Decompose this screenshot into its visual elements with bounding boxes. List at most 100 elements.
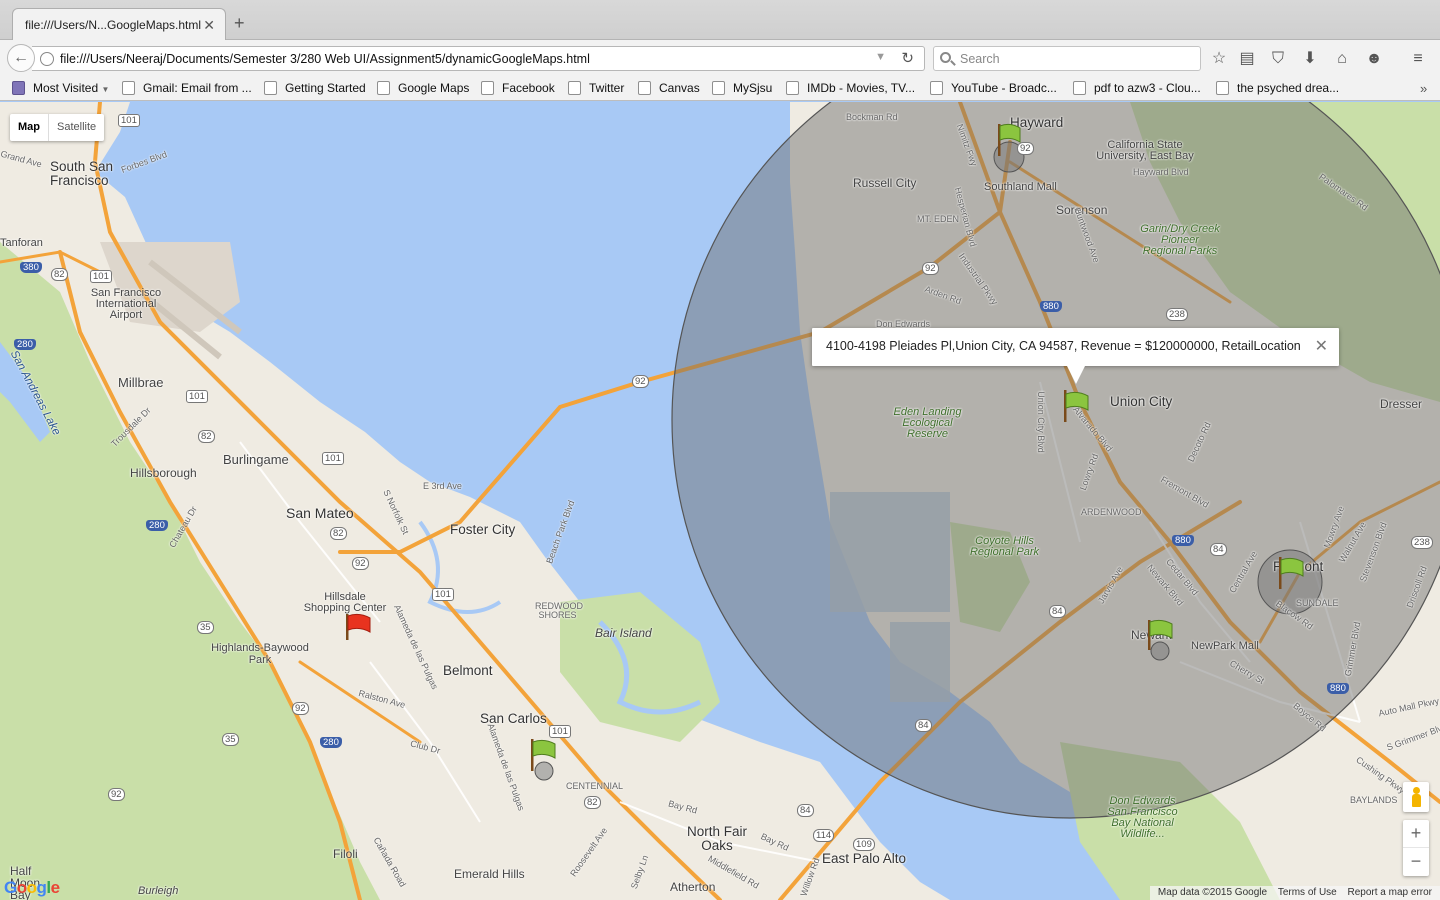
label-sfo: San Francisco International Airport <box>90 287 162 321</box>
shield-35: 35 <box>222 733 239 746</box>
label-burleigh: Burleigh <box>138 885 179 897</box>
bookmarks-bar: Most Visited ▼ Gmail: Email from ... Get… <box>0 76 1440 101</box>
shield-880: 880 <box>1172 535 1194 546</box>
tab-title: file:///Users/N...GoogleMaps.html <box>25 18 202 32</box>
shield-101: 101 <box>322 452 344 465</box>
zoom-out-button[interactable]: − <box>1403 848 1429 876</box>
label-southland-mall: Southland Mall <box>984 181 1057 193</box>
page-icon <box>568 81 581 95</box>
map-type-control: Map Satellite <box>10 114 105 141</box>
search-placeholder: Search <box>960 52 1000 66</box>
zoom-control: + − <box>1403 820 1429 876</box>
label-burlingame: Burlingame <box>223 452 289 467</box>
report-error-link[interactable]: Report a map error <box>1348 887 1432 898</box>
shield-114: 114 <box>813 829 835 842</box>
page-icon <box>930 81 943 95</box>
label-newpark-mall: NewPark Mall <box>1191 640 1259 652</box>
label-north-fair-oaks: North Fair Oaks <box>686 824 747 853</box>
bookmark-pdf-to-azw3[interactable]: pdf to azw3 - Clou... <box>1073 81 1201 95</box>
chat-icon[interactable]: ☻ <box>1364 49 1384 69</box>
shield-84: 84 <box>915 719 932 732</box>
label-emerald-hills: Emerald Hills <box>454 867 525 881</box>
shield-101: 101 <box>186 390 208 403</box>
shield-92: 92 <box>632 375 649 388</box>
bookmark-imdb[interactable]: IMDb - Movies, TV... <box>786 81 915 95</box>
map-type-satellite-button[interactable]: Satellite <box>49 114 104 141</box>
label-ardenwood: ARDENWOOD <box>1081 507 1142 517</box>
shield-238: 238 <box>1166 308 1188 321</box>
label-mt-eden: MT. EDEN <box>917 214 960 224</box>
map-data-credit: Map data ©2015 Google <box>1157 887 1268 898</box>
bookmark-star-icon[interactable]: ☆ <box>1209 49 1229 69</box>
reload-icon[interactable]: ↻ <box>901 49 914 67</box>
label-hillsborough: Hillsborough <box>130 466 197 480</box>
map-type-map-button[interactable]: Map <box>10 114 49 141</box>
label-atherton: Atherton <box>670 880 716 894</box>
label-south-sf: South San Francisco <box>50 159 114 188</box>
menu-icon[interactable]: ≡ <box>1408 49 1428 69</box>
page-icon <box>481 81 494 95</box>
map-canvas[interactable] <box>0 102 1440 900</box>
close-icon[interactable]: ✕ <box>1315 336 1328 356</box>
tab-bar: file:///Users/N...GoogleMaps.html ✕ + <box>0 0 1440 41</box>
label-centennial: CENTENNIAL <box>566 781 624 791</box>
home-icon[interactable]: ⌂ <box>1332 49 1352 69</box>
tab-close-icon[interactable]: ✕ <box>203 17 215 34</box>
label-san-mateo: San Mateo <box>286 505 354 521</box>
new-tab-button[interactable]: + <box>234 14 245 32</box>
label-union-city: Union City <box>1110 394 1173 409</box>
bookmark-most-visited[interactable]: Most Visited ▼ <box>12 81 109 95</box>
globe-icon <box>40 52 54 66</box>
page-icon <box>1073 81 1086 95</box>
bookmark-facebook[interactable]: Facebook <box>481 81 555 95</box>
folder-icon <box>12 81 25 95</box>
label-filoli: Filoli <box>333 847 358 861</box>
reading-list-icon[interactable]: ▤ <box>1237 49 1257 69</box>
bookmark-mysjsu[interactable]: MySjsu <box>712 81 772 95</box>
label-newark: Newark <box>1131 628 1172 642</box>
chevron-down-icon: ▼ <box>101 85 110 94</box>
google-map[interactable]: 101 380 280 280 280 101 101 101 101 101 … <box>0 102 1440 900</box>
pocket-icon[interactable]: ⛉ <box>1268 49 1288 69</box>
terms-of-use-link[interactable]: Terms of Use <box>1278 887 1337 898</box>
shield-101: 101 <box>432 588 454 601</box>
info-window: 4100-4198 Pleiades Pl,Union City, CA 945… <box>812 328 1339 366</box>
shield-92: 92 <box>1017 142 1034 155</box>
label-coyote-hills: Coyote Hills Regional Park <box>969 535 1040 558</box>
page-icon <box>122 81 135 95</box>
shield-92: 92 <box>922 262 939 275</box>
page-icon <box>712 81 725 95</box>
shield-92: 92 <box>292 702 309 715</box>
label-union-city-blvd: Union City Blvd <box>1035 391 1046 453</box>
shield-92: 92 <box>352 557 369 570</box>
tab-active[interactable]: file:///Users/N...GoogleMaps.html ✕ <box>12 8 226 41</box>
info-window-text: 4100-4198 Pleiades Pl,Union City, CA 945… <box>826 339 1301 353</box>
shield-109: 109 <box>853 838 875 851</box>
street-view-pegman[interactable] <box>1403 782 1429 812</box>
bookmark-getting-started[interactable]: Getting Started <box>264 81 366 95</box>
downloads-icon[interactable]: ⬇ <box>1300 49 1320 69</box>
label-east-palo-alto: East Palo Alto <box>822 851 907 866</box>
label-belmont: Belmont <box>443 663 493 678</box>
shield-101: 101 <box>549 725 571 738</box>
info-window-tail <box>1067 366 1085 384</box>
label-hayward-blvd: Hayward Blvd <box>1133 167 1189 177</box>
url-text[interactable]: file:///Users/Neeraj/Documents/Semester … <box>60 52 590 66</box>
bookmark-psyched-dream[interactable]: the psyched drea... <box>1216 81 1339 95</box>
bookmarks-overflow-icon[interactable]: » <box>1420 81 1427 96</box>
url-bar[interactable]: file:///Users/Neeraj/Documents/Semester … <box>32 46 925 71</box>
bookmark-canvas[interactable]: Canvas <box>638 81 700 95</box>
bookmark-youtube[interactable]: YouTube - Broadc... <box>930 81 1057 95</box>
bookmark-twitter[interactable]: Twitter <box>568 81 624 95</box>
shield-280: 280 <box>146 520 168 531</box>
search-input[interactable]: Search <box>933 46 1201 71</box>
google-logo[interactable]: Google <box>4 878 60 898</box>
url-dropdown-icon[interactable]: ▼ <box>875 51 886 63</box>
bookmark-google-maps[interactable]: Google Maps <box>377 81 469 95</box>
zoom-in-button[interactable]: + <box>1403 820 1429 848</box>
page-icon <box>377 81 390 95</box>
label-bair-island: Bair Island <box>595 626 652 640</box>
bookmark-gmail[interactable]: Gmail: Email from ... <box>122 81 252 95</box>
label-hillsdale: Hillsdale Shopping Center <box>303 591 387 614</box>
back-button[interactable]: ← <box>7 44 35 72</box>
